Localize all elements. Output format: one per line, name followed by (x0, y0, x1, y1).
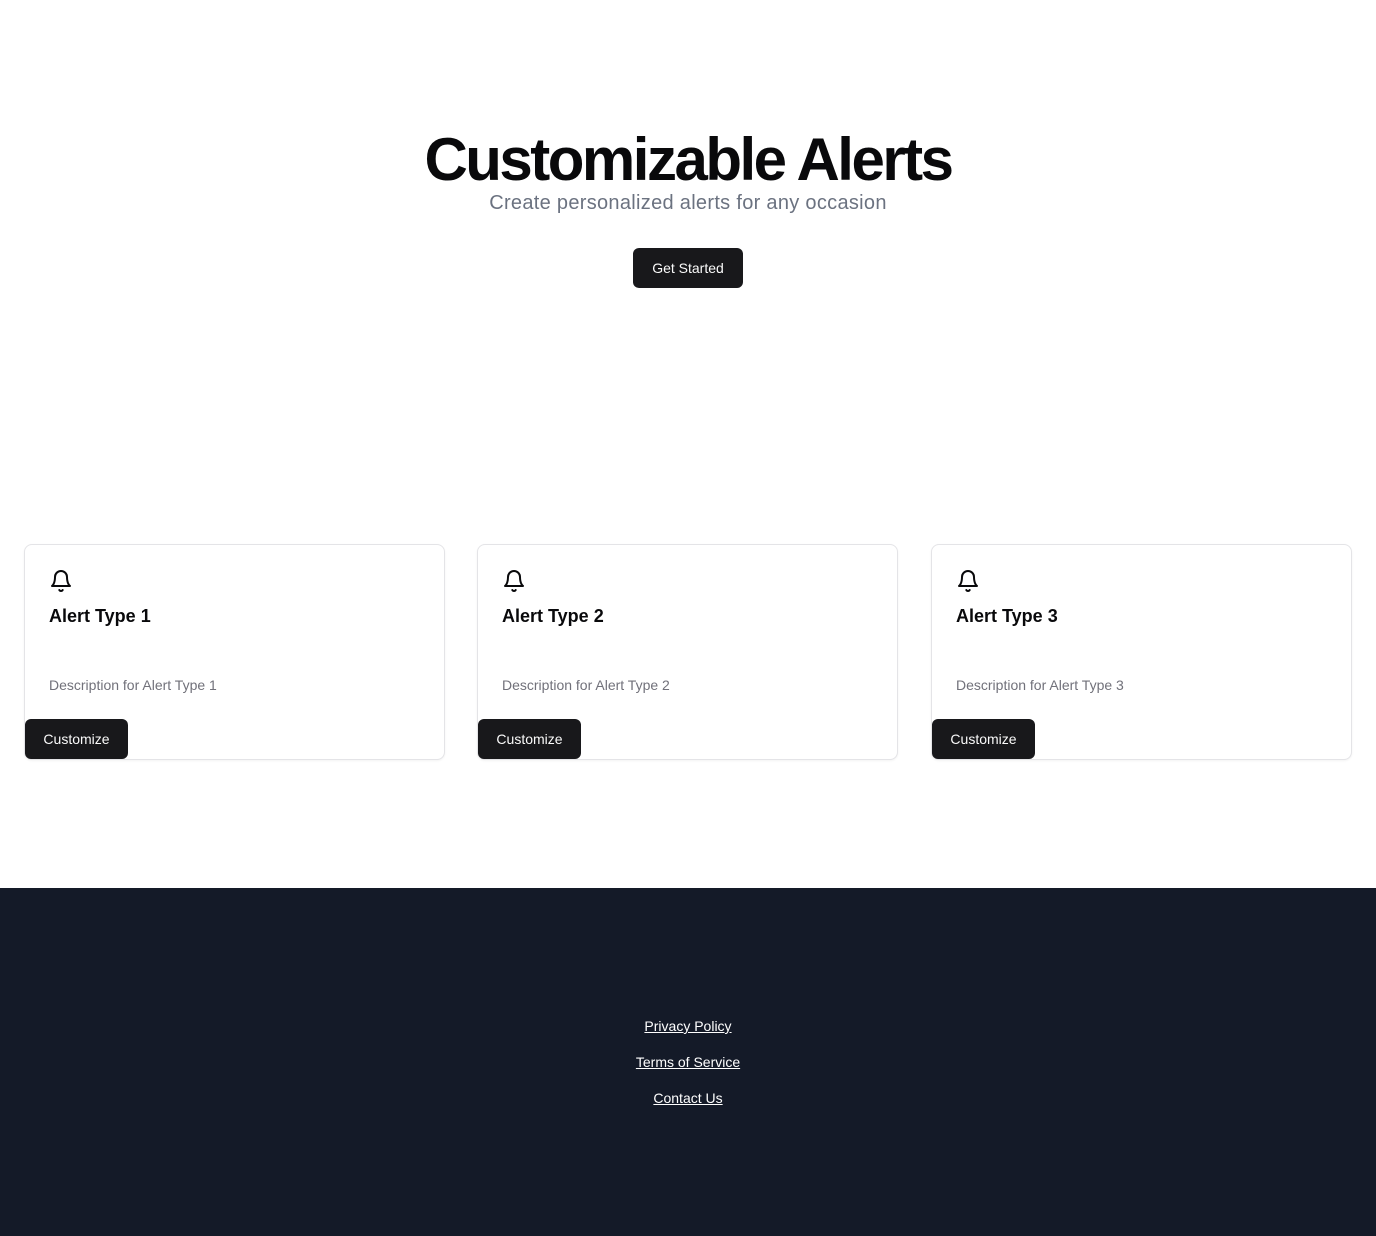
page-subtitle: Create personalized alerts for any occas… (489, 192, 887, 214)
bell-icon (504, 570, 524, 592)
page-title: Customizable Alerts (424, 126, 954, 193)
alert-card-3: Alert Type 3 Description for Alert Type … (931, 544, 1352, 760)
card-description: Description for Alert Type 3 (956, 677, 1124, 693)
customize-button[interactable]: Customize (25, 719, 128, 759)
card-title: Alert Type 2 (502, 606, 604, 626)
terms-of-service-link[interactable]: Terms of Service (0, 1052, 1376, 1072)
customize-button[interactable]: Customize (932, 719, 1035, 759)
footer: Privacy Policy Terms of Service Contact … (0, 888, 1376, 1236)
contact-us-link[interactable]: Contact Us (0, 1088, 1376, 1108)
alert-card-1: Alert Type 1 Description for Alert Type … (24, 544, 445, 760)
privacy-policy-link[interactable]: Privacy Policy (0, 1016, 1376, 1036)
customize-button[interactable]: Customize (478, 719, 581, 759)
card-description: Description for Alert Type 2 (502, 677, 670, 693)
hero-section: Customizable Alerts Create personalized … (0, 0, 1376, 500)
card-description: Description for Alert Type 1 (49, 677, 217, 693)
bell-icon (958, 570, 978, 592)
card-title: Alert Type 1 (49, 606, 151, 626)
get-started-button[interactable]: Get Started (633, 248, 743, 288)
card-title: Alert Type 3 (956, 606, 1058, 626)
alert-card-2: Alert Type 2 Description for Alert Type … (477, 544, 898, 760)
bell-icon (51, 570, 71, 592)
